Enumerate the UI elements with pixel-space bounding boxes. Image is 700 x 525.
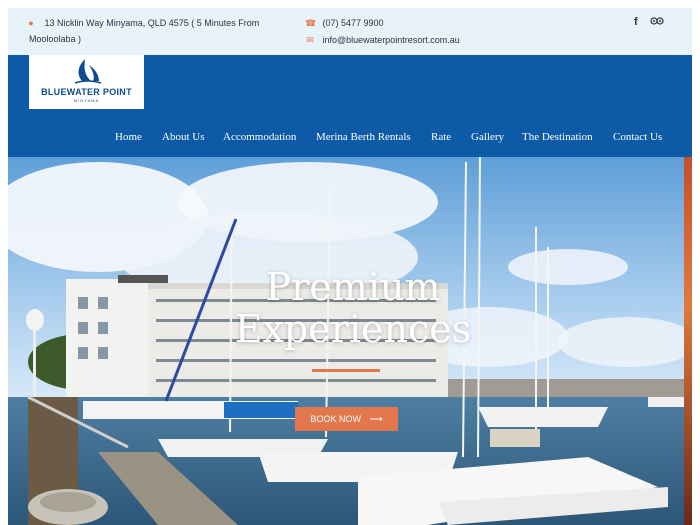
arrow-right-icon: ⟶	[369, 414, 383, 424]
nav-about-us[interactable]: About Us	[162, 131, 204, 143]
map-pin-icon: ●	[28, 18, 34, 28]
email-address[interactable]: info@bluewaterpointresort.com.au	[323, 35, 460, 45]
phone-number[interactable]: (07) 5477 9900	[323, 18, 384, 28]
logo-subtext: MINYAMA	[73, 98, 100, 103]
sail-logo-icon	[74, 59, 102, 84]
nav-rate[interactable]: Rate	[431, 131, 451, 143]
hero-side-strip	[684, 157, 692, 525]
email[interactable]: ✉ info@bluewaterpointresort.com.au	[305, 32, 460, 48]
book-now-label[interactable]: BOOK NOW	[311, 414, 362, 424]
nav-accommodation[interactable]: Accommodation	[223, 131, 296, 143]
mail-icon: ✉	[306, 35, 314, 45]
nav-home[interactable]: Home	[115, 131, 142, 143]
address-line-1: 13 Nicklin Way Minyama, QLD 4575 ( 5 Min…	[44, 18, 260, 28]
top-info-bar: ● 13 Nicklin Way Minyama, QLD 4575 ( 5 M…	[8, 8, 692, 55]
book-now-button[interactable]: BOOK NOW ⟶	[295, 407, 398, 431]
hero-banner: Premium Experiences BOOK NOW ⟶	[8, 157, 692, 525]
hero-title-line-1: Premium	[265, 265, 441, 309]
hero-divider	[312, 369, 380, 372]
logo-text: BLUEWATER POINT	[41, 87, 132, 97]
nav-gallery[interactable]: Gallery	[471, 131, 504, 143]
nav-contact-us[interactable]: Contact Us	[613, 131, 662, 143]
address-line-2: Mooloolaba )	[29, 34, 82, 44]
site-header: BLUEWATER POINT MINYAMA Home About Us Ac…	[8, 55, 692, 157]
facebook-icon[interactable]: f	[634, 16, 638, 28]
logo[interactable]: BLUEWATER POINT MINYAMA	[29, 55, 144, 109]
nav-the-destination[interactable]: The Destination	[522, 131, 593, 143]
phone[interactable]: ☎ (07) 5477 9900	[305, 15, 384, 31]
tripadvisor-icon[interactable]	[650, 16, 664, 29]
address: ● 13 Nicklin Way Minyama, QLD 4575 ( 5 M…	[26, 15, 259, 31]
phone-icon: ☎	[305, 18, 317, 28]
hero-title-line-2: Experiences	[234, 307, 472, 351]
nav-merina-berth-rentals[interactable]: Merina Berth Rentals	[316, 131, 411, 143]
